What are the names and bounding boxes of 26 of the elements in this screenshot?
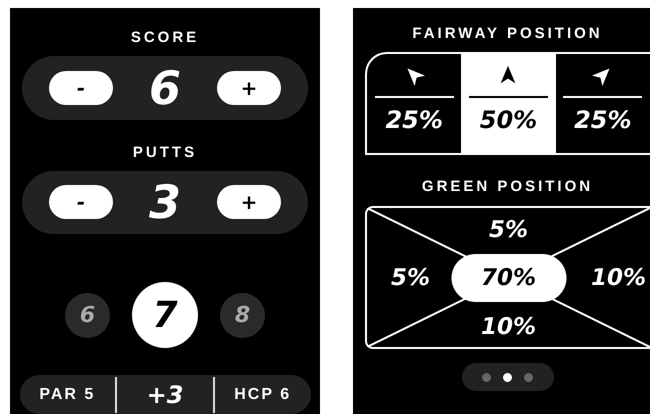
summary-text: +3 bbox=[146, 380, 184, 408]
increment-button[interactable]: + bbox=[216, 70, 281, 105]
hole-button[interactable]: 7 bbox=[132, 282, 198, 348]
hole-button[interactable]: 8 bbox=[220, 292, 265, 338]
page-dot[interactable] bbox=[503, 372, 512, 382]
percentage-value: 25% bbox=[385, 106, 443, 134]
fairway-option[interactable]: 50% bbox=[461, 54, 556, 153]
percentage-value: 25% bbox=[574, 106, 632, 134]
page-dot[interactable] bbox=[524, 372, 533, 382]
increment-button[interactable]: + bbox=[216, 185, 281, 220]
section-title: SCORE bbox=[130, 28, 200, 48]
stepper-value: 3 bbox=[148, 177, 181, 228]
fairway-option[interactable]: 25% bbox=[556, 54, 650, 153]
hole-button[interactable]: 6 bbox=[65, 292, 110, 338]
center-zone: 70% bbox=[451, 254, 566, 302]
decrement-button[interactable]: - bbox=[49, 185, 113, 220]
summary-text: HCP 6 bbox=[233, 386, 292, 404]
percentage-value: 50% bbox=[480, 106, 538, 134]
page-dot[interactable] bbox=[482, 372, 491, 382]
section-title: GREEN POSITION bbox=[420, 177, 594, 197]
summary-text: PAR 5 bbox=[38, 386, 96, 404]
stepper-value: 6 bbox=[148, 62, 181, 113]
decrement-button[interactable]: - bbox=[49, 70, 113, 105]
fairway-option[interactable]: 25% bbox=[367, 54, 462, 153]
section-title: PUTTS bbox=[132, 142, 198, 162]
section-title: FAIRWAY POSITION bbox=[411, 24, 604, 44]
